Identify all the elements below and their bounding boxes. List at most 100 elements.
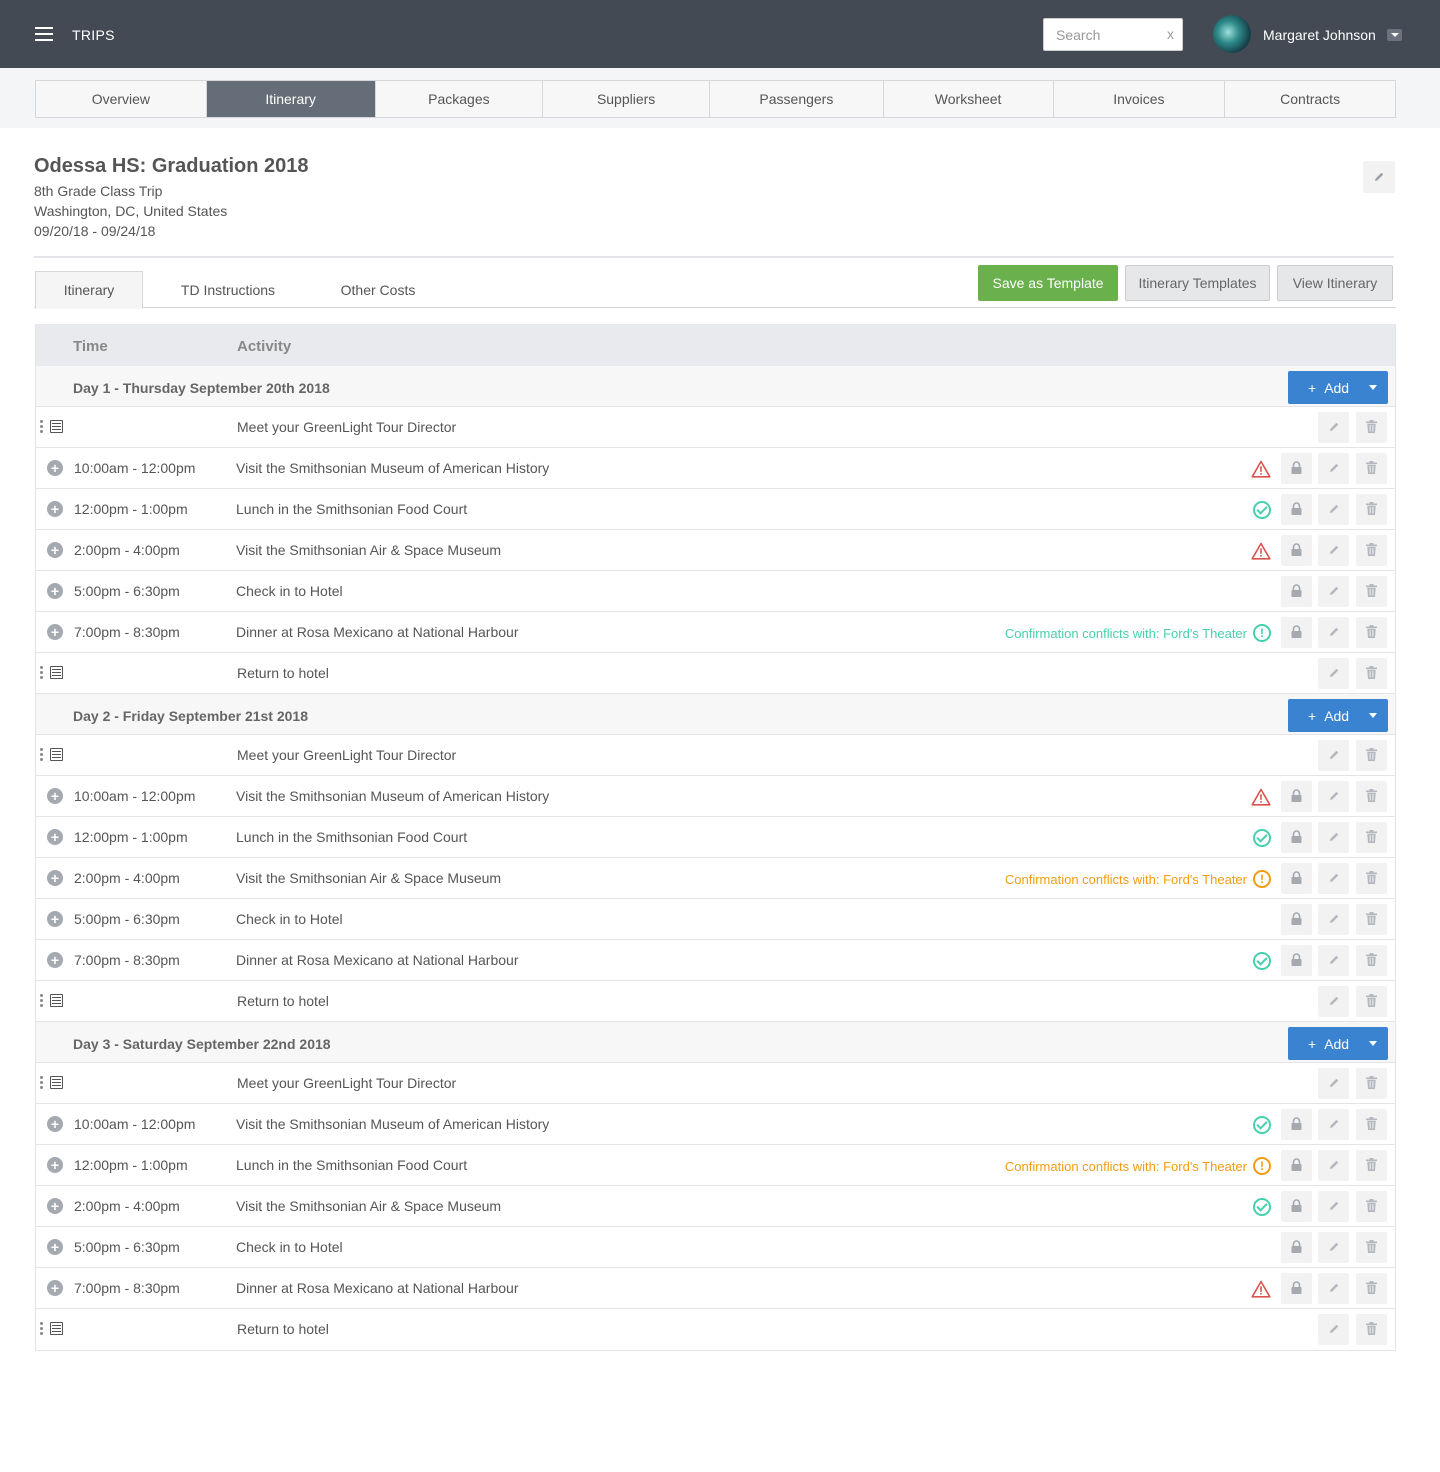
delete-button[interactable] <box>1356 617 1387 648</box>
delete-button[interactable] <box>1356 1191 1387 1222</box>
search-input[interactable] <box>1044 19 1154 50</box>
subtab-td-instructions[interactable]: TD Instructions <box>164 271 292 309</box>
expand-plus-icon[interactable]: + <box>47 911 63 927</box>
delete-button[interactable] <box>1356 576 1387 607</box>
chevron-down-icon[interactable] <box>1369 1041 1377 1046</box>
tab-invoices[interactable]: Invoices <box>1054 81 1226 117</box>
edit-button[interactable] <box>1318 740 1349 771</box>
add-item-button[interactable]: + Add <box>1288 1027 1388 1060</box>
edit-button[interactable] <box>1318 1150 1349 1181</box>
user-menu-caret-icon[interactable] <box>1387 29 1402 41</box>
expand-plus-icon[interactable]: + <box>47 1157 63 1173</box>
drag-handle-icon[interactable] <box>40 1076 43 1090</box>
edit-button[interactable] <box>1318 1191 1349 1222</box>
tab-overview[interactable]: Overview <box>36 81 207 117</box>
lock-button[interactable] <box>1281 863 1312 894</box>
tab-worksheet[interactable]: Worksheet <box>884 81 1054 117</box>
tab-contracts[interactable]: Contracts <box>1225 81 1395 117</box>
lock-button[interactable] <box>1281 1273 1312 1304</box>
drag-handle-icon[interactable] <box>40 994 43 1008</box>
edit-button[interactable] <box>1318 494 1349 525</box>
expand-plus-icon[interactable]: + <box>47 829 63 845</box>
add-item-button[interactable]: + Add <box>1288 371 1388 404</box>
add-item-button[interactable]: + Add <box>1288 699 1388 732</box>
edit-button[interactable] <box>1318 1232 1349 1263</box>
edit-button[interactable] <box>1318 904 1349 935</box>
lock-button[interactable] <box>1281 1150 1312 1181</box>
delete-button[interactable] <box>1356 822 1387 853</box>
expand-plus-icon[interactable]: + <box>47 788 63 804</box>
delete-button[interactable] <box>1356 1232 1387 1263</box>
edit-button[interactable] <box>1318 945 1349 976</box>
delete-button[interactable] <box>1356 986 1387 1017</box>
hamburger-menu-icon[interactable] <box>35 27 53 41</box>
subtab-other-costs[interactable]: Other Costs <box>324 271 432 309</box>
itinerary-templates-button[interactable]: Itinerary Templates <box>1125 265 1270 301</box>
tab-passengers[interactable]: Passengers <box>710 81 884 117</box>
delete-button[interactable] <box>1356 453 1387 484</box>
edit-button[interactable] <box>1318 986 1349 1017</box>
edit-button[interactable] <box>1318 781 1349 812</box>
lock-button[interactable] <box>1281 576 1312 607</box>
delete-button[interactable] <box>1356 1314 1387 1345</box>
edit-button[interactable] <box>1318 822 1349 853</box>
drag-handle-icon[interactable] <box>40 1322 43 1336</box>
lock-button[interactable] <box>1281 781 1312 812</box>
edit-button[interactable] <box>1318 535 1349 566</box>
expand-plus-icon[interactable]: + <box>47 1116 63 1132</box>
expand-plus-icon[interactable]: + <box>47 542 63 558</box>
delete-button[interactable] <box>1356 535 1387 566</box>
edit-button[interactable] <box>1318 617 1349 648</box>
delete-button[interactable] <box>1356 904 1387 935</box>
expand-plus-icon[interactable]: + <box>47 1239 63 1255</box>
lock-button[interactable] <box>1281 617 1312 648</box>
delete-button[interactable] <box>1356 1068 1387 1099</box>
drag-handle-icon[interactable] <box>40 748 43 762</box>
drag-handle-icon[interactable] <box>40 666 43 680</box>
lock-button[interactable] <box>1281 535 1312 566</box>
delete-button[interactable] <box>1356 863 1387 894</box>
tab-suppliers[interactable]: Suppliers <box>543 81 710 117</box>
search-clear-icon[interactable]: x <box>1167 26 1174 42</box>
save-as-template-button[interactable]: Save as Template <box>978 265 1118 301</box>
tab-packages[interactable]: Packages <box>376 81 544 117</box>
expand-plus-icon[interactable]: + <box>47 1198 63 1214</box>
edit-button[interactable] <box>1318 863 1349 894</box>
delete-button[interactable] <box>1356 1273 1387 1304</box>
delete-button[interactable] <box>1356 658 1387 689</box>
lock-button[interactable] <box>1281 494 1312 525</box>
expand-plus-icon[interactable]: + <box>47 460 63 476</box>
lock-button[interactable] <box>1281 453 1312 484</box>
edit-button[interactable] <box>1318 1314 1349 1345</box>
edit-trip-button[interactable] <box>1363 161 1395 193</box>
delete-button[interactable] <box>1356 781 1387 812</box>
expand-plus-icon[interactable]: + <box>47 501 63 517</box>
edit-button[interactable] <box>1318 576 1349 607</box>
edit-button[interactable] <box>1318 1068 1349 1099</box>
edit-button[interactable] <box>1318 1109 1349 1140</box>
delete-button[interactable] <box>1356 1109 1387 1140</box>
lock-button[interactable] <box>1281 822 1312 853</box>
lock-button[interactable] <box>1281 1109 1312 1140</box>
chevron-down-icon[interactable] <box>1369 385 1377 390</box>
lock-button[interactable] <box>1281 1191 1312 1222</box>
edit-button[interactable] <box>1318 1273 1349 1304</box>
delete-button[interactable] <box>1356 945 1387 976</box>
lock-button[interactable] <box>1281 904 1312 935</box>
tab-itinerary[interactable]: Itinerary <box>206 81 376 117</box>
view-itinerary-button[interactable]: View Itinerary <box>1277 265 1393 301</box>
user-name[interactable]: Margaret Johnson <box>1263 27 1376 43</box>
avatar[interactable] <box>1213 15 1251 53</box>
subtab-itinerary[interactable]: Itinerary <box>35 271 143 309</box>
drag-handle-icon[interactable] <box>40 420 43 434</box>
expand-plus-icon[interactable]: + <box>47 624 63 640</box>
expand-plus-icon[interactable]: + <box>47 870 63 886</box>
chevron-down-icon[interactable] <box>1369 713 1377 718</box>
delete-button[interactable] <box>1356 412 1387 443</box>
lock-button[interactable] <box>1281 1232 1312 1263</box>
edit-button[interactable] <box>1318 453 1349 484</box>
expand-plus-icon[interactable]: + <box>47 1280 63 1296</box>
edit-button[interactable] <box>1318 412 1349 443</box>
expand-plus-icon[interactable]: + <box>47 583 63 599</box>
delete-button[interactable] <box>1356 1150 1387 1181</box>
